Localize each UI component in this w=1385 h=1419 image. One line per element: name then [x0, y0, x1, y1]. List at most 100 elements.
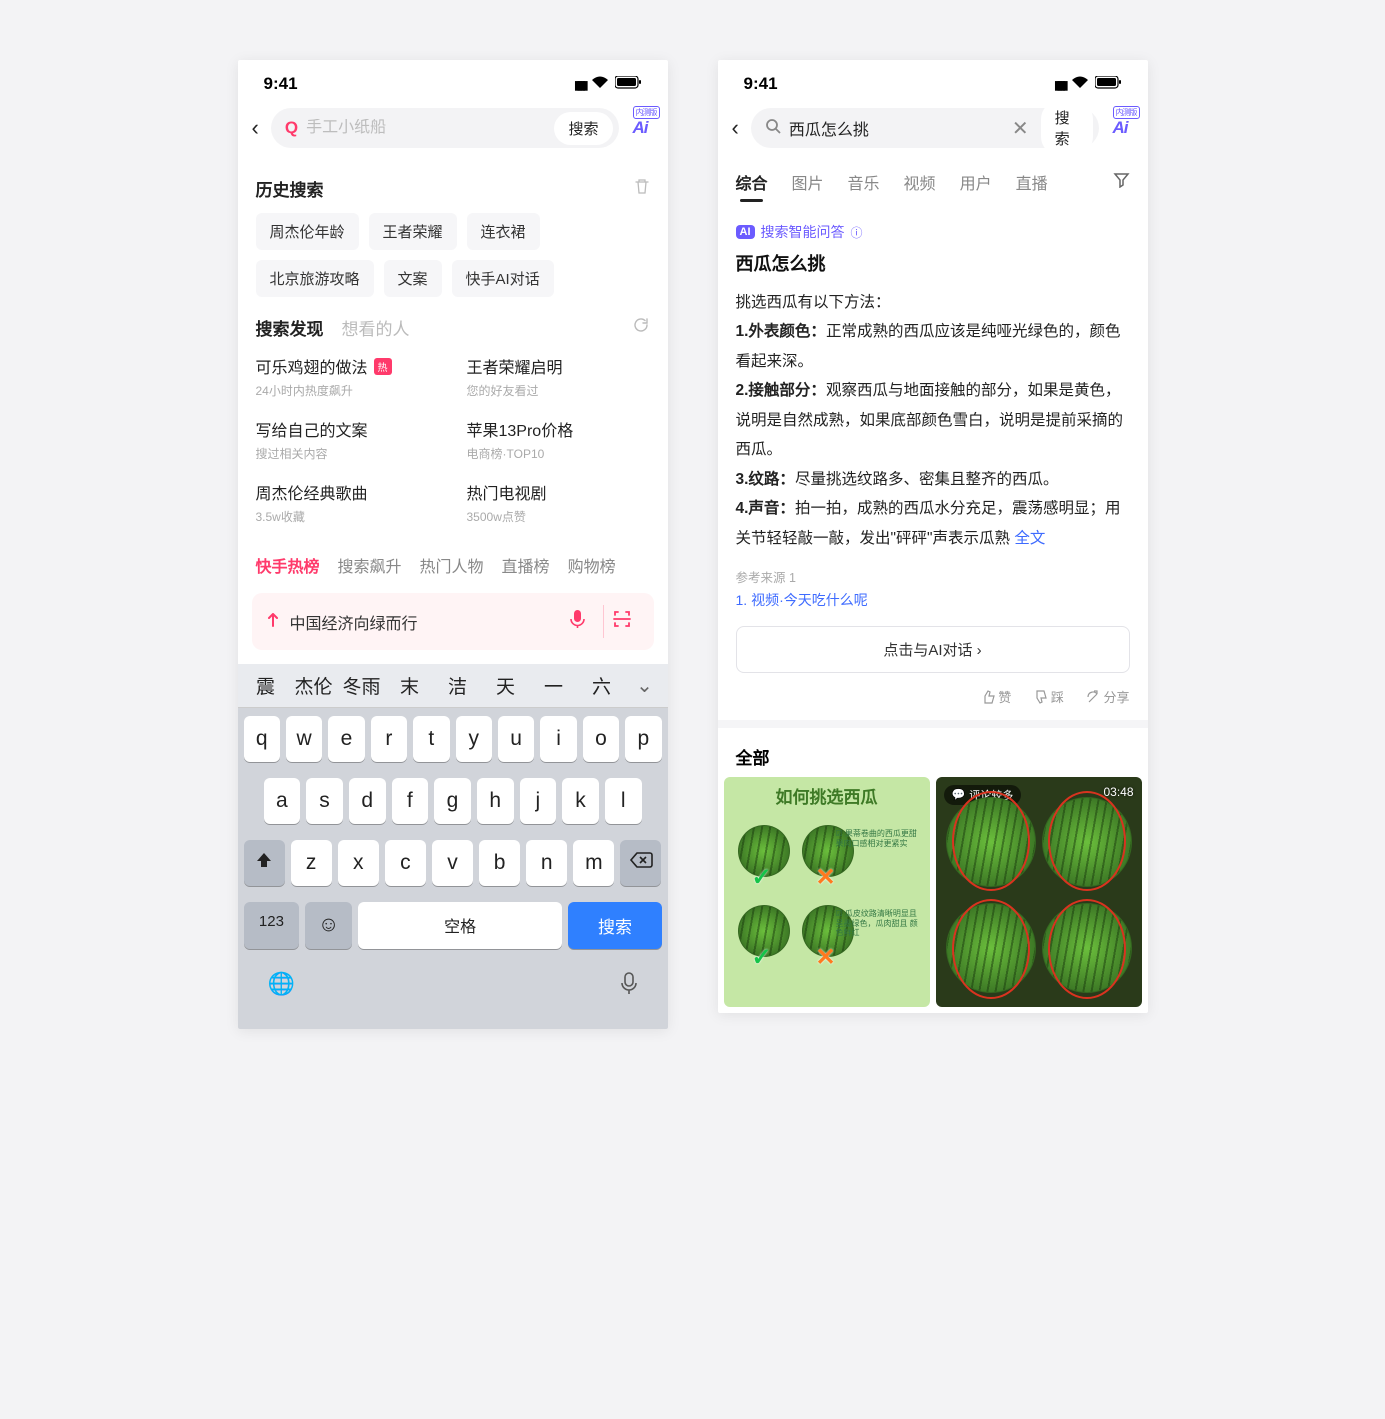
- result-tab-3[interactable]: 视频: [904, 170, 936, 194]
- candidate-0[interactable]: 震: [244, 672, 288, 699]
- history-chip-3[interactable]: 北京旅游攻略: [256, 260, 374, 297]
- discover-item-3[interactable]: 苹果13Pro价格电商榜·TOP10: [467, 417, 650, 462]
- history-chip-4[interactable]: 文案: [384, 260, 442, 297]
- back-icon[interactable]: ‹: [732, 111, 743, 145]
- key-f[interactable]: f: [392, 778, 429, 824]
- key-x[interactable]: x: [338, 840, 379, 886]
- key-v[interactable]: v: [432, 840, 473, 886]
- key-i[interactable]: i: [540, 716, 576, 762]
- hot-tab-3[interactable]: 直播榜: [502, 553, 550, 577]
- num-key[interactable]: 123: [244, 902, 300, 949]
- discover-item-2[interactable]: 写给自己的文案搜过相关内容: [256, 417, 439, 462]
- result-grid: 如何挑选西瓜 ✓ ✕ ✓ ✕ ☑ 果蒂卷曲的西瓜更甜 果肉口感相对更紧实 ☑ 瓜…: [718, 777, 1148, 1013]
- history-chip-5[interactable]: 快手AI对话: [452, 260, 554, 297]
- key-l[interactable]: l: [605, 778, 642, 824]
- key-m[interactable]: m: [573, 840, 614, 886]
- discover-item-4[interactable]: 周杰伦经典歌曲3.5w收藏: [256, 480, 439, 525]
- globe-icon[interactable]: 🌐: [268, 971, 295, 1001]
- key-g[interactable]: g: [434, 778, 471, 824]
- hot-tab-4[interactable]: 购物榜: [568, 553, 616, 577]
- hot-tab-2[interactable]: 热门人物: [420, 553, 484, 577]
- dictate-icon[interactable]: [620, 971, 638, 1001]
- emoji-key[interactable]: ☺: [305, 902, 352, 949]
- candidate-collapse[interactable]: ⌄: [628, 673, 662, 698]
- space-key[interactable]: 空格: [358, 902, 563, 949]
- search-icon: Q: [285, 118, 298, 138]
- key-u[interactable]: u: [498, 716, 534, 762]
- history-chip-0[interactable]: 周杰伦年龄: [256, 213, 359, 250]
- result-tab-0[interactable]: 综合: [736, 170, 768, 194]
- key-w[interactable]: w: [286, 716, 322, 762]
- key-n[interactable]: n: [526, 840, 567, 886]
- candidate-6[interactable]: 一: [532, 672, 576, 699]
- key-row-1: qwertyuiop: [238, 708, 668, 770]
- search-button[interactable]: 搜索: [1041, 101, 1093, 155]
- key-c[interactable]: c: [385, 840, 426, 886]
- search-input[interactable]: [781, 119, 1004, 137]
- key-k[interactable]: k: [562, 778, 599, 824]
- key-t[interactable]: t: [413, 716, 449, 762]
- refresh-icon[interactable]: [633, 317, 650, 339]
- hot-tab-0[interactable]: 快手热榜: [256, 553, 320, 577]
- key-e[interactable]: e: [328, 716, 364, 762]
- mic-icon[interactable]: [562, 605, 593, 638]
- key-h[interactable]: h: [477, 778, 514, 824]
- search-box[interactable]: ✕ 搜索: [751, 108, 1099, 148]
- hot-tab-1[interactable]: 搜索飙升: [338, 553, 402, 577]
- clear-icon[interactable]: ✕: [1004, 116, 1037, 141]
- ai-badge-row: AI 搜索智能问答 ⓘ: [736, 222, 1130, 242]
- action-key[interactable]: 搜索: [568, 902, 661, 949]
- result-card-1[interactable]: 如何挑选西瓜 ✓ ✕ ✓ ✕ ☑ 果蒂卷曲的西瓜更甜 果肉口感相对更紧实 ☑ 瓜…: [724, 777, 930, 1007]
- discover-tab-1[interactable]: 想看的人: [342, 315, 410, 340]
- result-tab-2[interactable]: 音乐: [848, 170, 880, 194]
- candidate-2[interactable]: 冬雨: [340, 672, 384, 699]
- result-tab-5[interactable]: 直播: [1016, 170, 1048, 194]
- discover-tab-0[interactable]: 搜索发现: [256, 315, 324, 340]
- candidate-7[interactable]: 六: [580, 672, 624, 699]
- result-card-1-title: 如何挑选西瓜: [776, 783, 878, 808]
- result-tab-4[interactable]: 用户: [960, 170, 992, 194]
- key-d[interactable]: d: [349, 778, 386, 824]
- ai-chat-button[interactable]: 点击与AI对话 ›: [736, 626, 1130, 673]
- candidate-3[interactable]: 末: [388, 672, 432, 699]
- key-b[interactable]: b: [479, 840, 520, 886]
- back-icon[interactable]: ‹: [252, 111, 263, 145]
- candidate-5[interactable]: 天: [484, 672, 528, 699]
- history-chip-2[interactable]: 连衣裙: [467, 213, 540, 250]
- trend-bar[interactable]: 中国经济向绿而行: [252, 593, 654, 650]
- discover-item-1[interactable]: 王者荣耀启明您的好友看过: [467, 354, 650, 399]
- key-s[interactable]: s: [306, 778, 343, 824]
- key-r[interactable]: r: [371, 716, 407, 762]
- scan-icon[interactable]: [603, 605, 640, 638]
- battery-icon: [1095, 74, 1122, 94]
- discover-item-5[interactable]: 热门电视剧3500w点赞: [467, 480, 650, 525]
- result-card-2[interactable]: 💬评论较多 03:48: [936, 777, 1142, 1007]
- search-input[interactable]: [298, 119, 550, 137]
- trash-icon[interactable]: [634, 178, 650, 200]
- result-tab-1[interactable]: 图片: [792, 170, 824, 194]
- key-j[interactable]: j: [520, 778, 557, 824]
- key-p[interactable]: p: [625, 716, 661, 762]
- full-text-link[interactable]: 全文: [1010, 530, 1045, 547]
- key-y[interactable]: y: [456, 716, 492, 762]
- candidate-1[interactable]: 杰伦: [292, 672, 336, 699]
- like-button[interactable]: 赞: [981, 687, 1012, 706]
- key-o[interactable]: o: [583, 716, 619, 762]
- filter-icon[interactable]: [1113, 171, 1130, 193]
- key-z[interactable]: z: [291, 840, 332, 886]
- history-chip-1[interactable]: 王者荣耀: [369, 213, 457, 250]
- shift-key[interactable]: [244, 840, 285, 886]
- info-icon[interactable]: ⓘ: [851, 224, 863, 241]
- key-q[interactable]: q: [244, 716, 280, 762]
- dislike-button[interactable]: 踩: [1033, 687, 1064, 706]
- key-a[interactable]: a: [264, 778, 301, 824]
- ai-icon[interactable]: Ai: [627, 112, 654, 144]
- backspace-key[interactable]: [620, 840, 661, 886]
- search-button[interactable]: 搜索: [554, 112, 612, 145]
- candidate-4[interactable]: 洁: [436, 672, 480, 699]
- ai-icon[interactable]: Ai: [1107, 112, 1134, 144]
- search-box[interactable]: Q 搜索: [271, 108, 619, 148]
- discover-item-0[interactable]: 可乐鸡翅的做法热24小时内热度飙升: [256, 354, 439, 399]
- share-button[interactable]: 分享: [1086, 687, 1130, 706]
- source-link[interactable]: 1. 视频·今天吃什么呢: [736, 590, 1130, 610]
